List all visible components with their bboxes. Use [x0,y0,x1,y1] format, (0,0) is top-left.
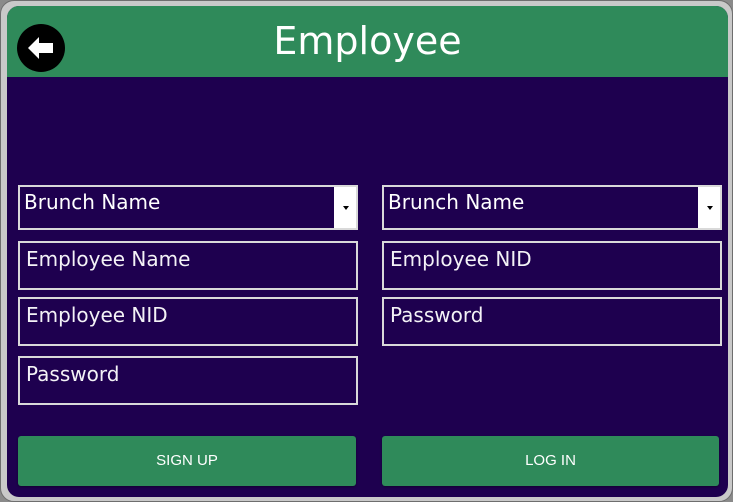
page-title: Employee [273,19,462,63]
header-bar: Employee [7,6,728,77]
chevron-down-icon [334,187,356,228]
signup-employee-nid-field[interactable]: Employee NID [18,297,358,346]
app-window: Employee Brunch Name Employee Name Emplo… [0,0,733,502]
sign-up-button[interactable]: SIGN UP [18,436,356,486]
signup-branch-select[interactable]: Brunch Name [18,185,358,230]
signup-employee-name-placeholder: Employee Name [26,247,191,271]
signup-employee-nid-placeholder: Employee NID [26,303,168,327]
signup-branch-select-value: Brunch Name [24,190,161,214]
login-branch-select[interactable]: Brunch Name [382,185,722,230]
login-password-placeholder: Password [390,303,484,327]
login-password-field[interactable]: Password [382,297,722,346]
employee-panel: Employee Brunch Name Employee Name Emplo… [7,6,728,497]
signup-employee-name-field[interactable]: Employee Name [18,241,358,290]
log-in-button[interactable]: LOG IN [382,436,719,486]
signup-password-field[interactable]: Password [18,356,358,405]
login-employee-nid-placeholder: Employee NID [390,247,532,271]
chevron-down-icon [698,187,720,228]
signup-password-placeholder: Password [26,362,120,386]
login-employee-nid-field[interactable]: Employee NID [382,241,722,290]
login-branch-select-value: Brunch Name [388,190,525,214]
